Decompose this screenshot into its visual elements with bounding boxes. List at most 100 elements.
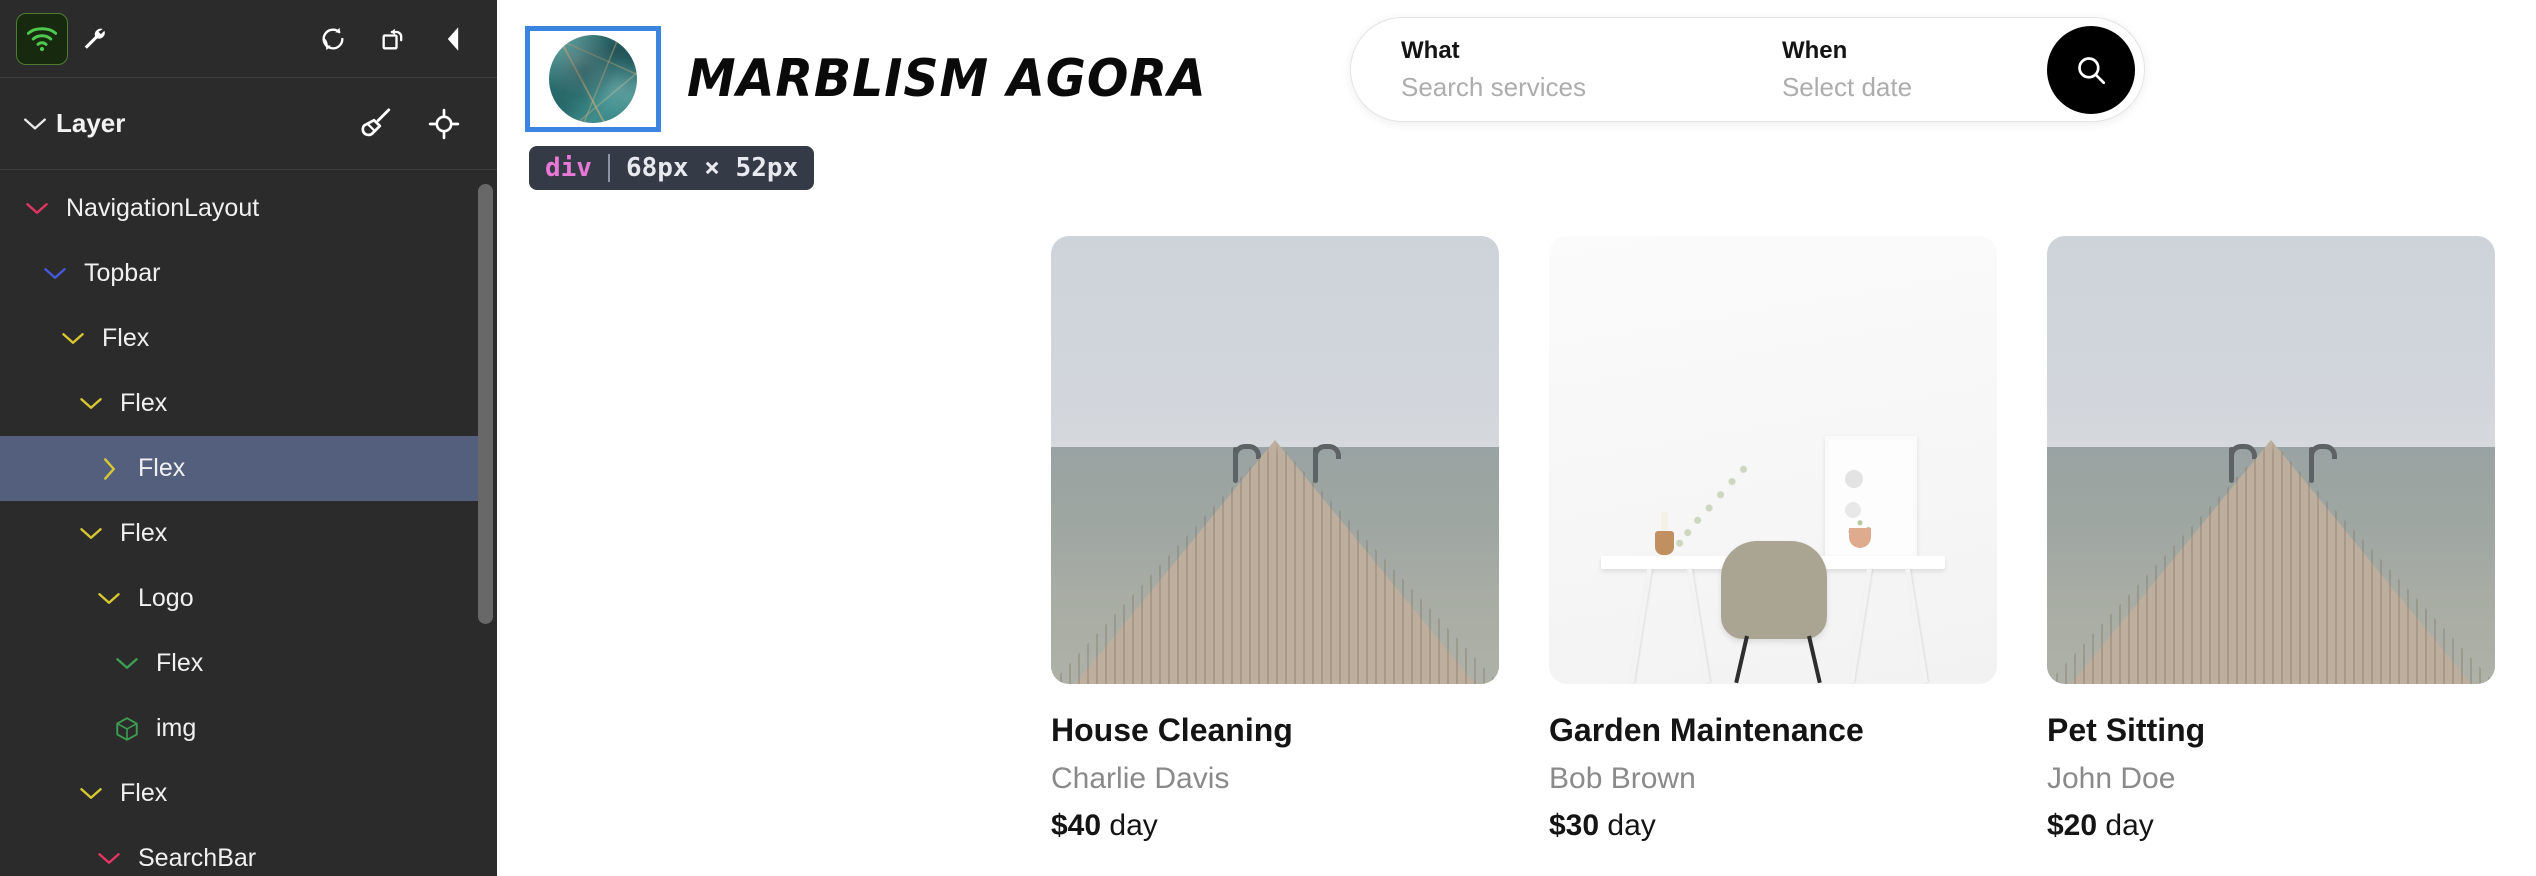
target-icon[interactable] xyxy=(421,101,467,147)
service-card-price-unit: day xyxy=(1109,809,1158,842)
service-card-title: House Cleaning xyxy=(1051,712,1293,748)
chevron-down-icon[interactable] xyxy=(76,519,106,549)
layer-panel-title: Layer xyxy=(56,108,126,138)
layer-tree-item-logo[interactable]: Logo xyxy=(0,566,480,631)
chevron-down-icon[interactable] xyxy=(76,779,106,809)
search-when-input[interactable]: Select date xyxy=(1782,72,1912,103)
badge-dimensions: 68px × 52px xyxy=(625,153,799,183)
card-photo-pier xyxy=(1051,236,1499,684)
service-card-author: Bob Brown xyxy=(1549,762,1696,795)
search-submit-button[interactable] xyxy=(2047,25,2135,114)
photo-picture-frame xyxy=(1825,436,1917,558)
layer-tree-item-flex[interactable]: Flex xyxy=(0,436,480,501)
layer-tree-item-label: Flex xyxy=(156,649,204,677)
marble-logo-icon xyxy=(549,35,637,123)
layer-tree-item-label: Flex xyxy=(120,389,168,417)
layer-tree-item-searchbar[interactable]: SearchBar xyxy=(0,826,480,876)
scrollbar-thumb[interactable] xyxy=(478,184,493,624)
service-card[interactable]: House Cleaning Charlie Davis $40 day xyxy=(1051,236,1499,843)
layer-tree-item-flex[interactable]: Flex xyxy=(0,631,480,696)
service-card[interactable]: Garden Maintenance Bob Brown $30 day xyxy=(1549,236,1997,843)
service-card-author: Charlie Davis xyxy=(1051,762,1230,795)
search-what-label: What xyxy=(1401,36,1460,64)
photo-chair xyxy=(1721,541,1827,639)
cube-icon[interactable] xyxy=(112,714,142,744)
photo-chair-leg xyxy=(1734,635,1749,684)
rotate-rect-icon[interactable] xyxy=(371,17,415,61)
inspector-toolbar xyxy=(0,0,497,78)
service-card-author: John Doe xyxy=(2047,762,2176,795)
service-card-price-amount: $30 xyxy=(1549,809,1600,842)
badge-tag-name: div xyxy=(545,153,592,183)
service-card-price-amount: $20 xyxy=(2047,809,2098,842)
layer-panel-header: Layer xyxy=(0,78,497,170)
photo-desk-leg xyxy=(1849,568,1872,683)
service-card-title: Pet Sitting xyxy=(2047,712,2206,748)
layer-tree-item-label: SearchBar xyxy=(138,844,257,872)
layer-tree-item-label: img xyxy=(156,714,197,742)
chevron-down-icon[interactable] xyxy=(18,115,52,133)
service-card-grid: House Cleaning Charlie Davis $40 day Garden… xyxy=(497,236,2536,843)
layer-tree-item-label: Flex xyxy=(120,519,168,547)
layer-tree-item-label: NavigationLayout xyxy=(66,194,260,222)
preview-canvas: MARBLISM AGORA div 68px × 52px What Sear… xyxy=(497,0,2536,876)
layer-tree-item-flex[interactable]: Flex xyxy=(0,761,480,826)
photo-candle-holder xyxy=(1655,531,1674,555)
service-card-title: Garden Maintenance xyxy=(1549,712,1864,748)
search-what-field[interactable]: What Search services xyxy=(1351,37,1586,103)
layer-tree[interactable]: NavigationLayout Topbar Flex Flex Flex Flex Lo… xyxy=(0,170,497,876)
layer-tree-item-img[interactable]: img xyxy=(0,696,480,761)
photo-desk-leg xyxy=(1687,568,1710,683)
layer-tree-item-label: Logo xyxy=(138,584,194,612)
service-card-price-amount: $40 xyxy=(1051,809,1102,842)
search-bar[interactable]: What Search services When Select date xyxy=(1350,17,2145,122)
brand-title: MARBLISM AGORA xyxy=(687,49,1207,109)
layer-tree-item-label: Flex xyxy=(120,779,168,807)
logo-area: MARBLISM AGORA xyxy=(497,0,1240,132)
card-photo-pier xyxy=(2047,236,2495,684)
layer-tree-item-flex[interactable]: Flex xyxy=(0,501,480,566)
app-topbar: MARBLISM AGORA div 68px × 52px What Sear… xyxy=(497,0,2536,190)
search-what-input[interactable]: Search services xyxy=(1401,72,1586,103)
layer-tree-item-topbar[interactable]: Topbar xyxy=(0,241,480,306)
layer-tree-item-flex[interactable]: Flex xyxy=(0,306,480,371)
photo-desk-leg xyxy=(1629,568,1652,683)
layer-tree-item-label: Topbar xyxy=(84,259,161,287)
service-card-price: $20 day xyxy=(2047,809,2495,843)
photo-branch xyxy=(1673,464,1755,552)
service-card-price-unit: day xyxy=(2105,809,2154,842)
element-size-badge: div 68px × 52px xyxy=(529,146,815,190)
chevron-down-icon[interactable] xyxy=(40,259,70,289)
layer-tree-scrollbar[interactable] xyxy=(478,170,494,876)
chevron-down-icon[interactable] xyxy=(22,194,52,224)
service-card[interactable]: Pet Sitting John Doe $20 day xyxy=(2047,236,2495,843)
chevron-down-icon[interactable] xyxy=(94,844,124,874)
logo-image-container[interactable] xyxy=(525,26,661,132)
chevron-down-icon[interactable] xyxy=(112,649,142,679)
layer-tree-item-flex[interactable]: Flex xyxy=(0,371,480,436)
service-card-price: $30 day xyxy=(1549,809,1997,843)
photo-chair-leg xyxy=(1807,635,1822,684)
search-icon xyxy=(2074,53,2108,87)
card-photo-desk xyxy=(1549,236,1997,684)
chevron-down-icon[interactable] xyxy=(94,584,124,614)
search-when-label: When xyxy=(1781,36,1848,64)
layer-tree-item-label: Flex xyxy=(138,454,186,482)
layer-tree-item-label: Flex xyxy=(102,324,150,352)
chevron-down-icon[interactable] xyxy=(76,389,106,419)
chevron-down-icon[interactable] xyxy=(58,324,88,354)
service-card-price: $40 day xyxy=(1051,809,1499,843)
search-when-field[interactable]: When Select date xyxy=(1586,37,1912,103)
inspector-panel: Layer NavigationLayout Topbar Flex Flex Flex… xyxy=(0,0,497,876)
service-card-price-unit: day xyxy=(1607,809,1656,842)
app-root: Layer NavigationLayout Topbar Flex Flex Flex… xyxy=(0,0,2536,876)
wifi-icon[interactable] xyxy=(16,12,68,65)
collapse-left-icon[interactable] xyxy=(431,17,475,61)
photo-desk-leg xyxy=(1905,568,1928,683)
badge-divider xyxy=(607,154,610,182)
layer-tree-item-navigationlayout[interactable]: NavigationLayout xyxy=(0,176,480,241)
wrench-icon[interactable] xyxy=(68,13,120,65)
chevron-right-icon[interactable] xyxy=(94,454,124,484)
refresh-icon[interactable] xyxy=(311,17,355,61)
broom-icon[interactable] xyxy=(353,101,399,147)
